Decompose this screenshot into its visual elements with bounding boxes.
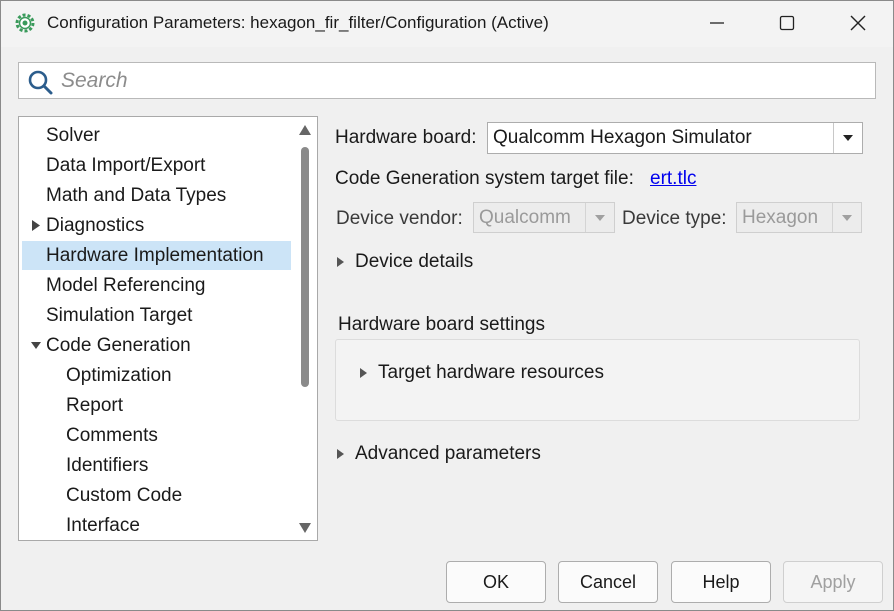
target-file-label: Code Generation system target file: <box>335 168 634 189</box>
ok-button[interactable]: OK <box>446 561 546 603</box>
expand-triangle-icon <box>360 368 367 378</box>
config-dialog: Configuration Parameters: hexagon_fir_fi… <box>0 0 894 611</box>
minimize-icon <box>710 22 724 24</box>
tree-item-label: Solver <box>46 125 100 146</box>
tree-item-label: Custom Code <box>66 485 183 506</box>
tree-item-label: Identifiers <box>66 455 149 476</box>
button-bar: OK Cancel Help Apply <box>1 553 893 610</box>
tree-item[interactable]: Data Import/Export <box>22 151 291 180</box>
tree-item[interactable]: Model Referencing <box>22 271 291 300</box>
tree-item[interactable]: Math and Data Types <box>22 181 291 210</box>
scroll-up-icon[interactable] <box>298 124 312 136</box>
tree-item-label: Comments <box>66 425 158 446</box>
tree-item[interactable]: Code Generation <box>22 331 291 360</box>
tree-item-label: Model Referencing <box>46 275 206 296</box>
dropdown-button[interactable] <box>832 203 861 232</box>
tree-item[interactable]: Hardware Implementation <box>22 241 291 270</box>
scroll-thumb[interactable] <box>301 147 309 387</box>
tree-item-label: Interface <box>66 515 140 536</box>
scroll-down-icon[interactable] <box>298 522 312 534</box>
tree-item[interactable]: Identifiers <box>22 451 291 480</box>
expand-triangle-icon <box>337 449 344 459</box>
title-bar: Configuration Parameters: hexagon_fir_fi… <box>1 1 893 47</box>
hardware-board-select[interactable]: Qualcomm Hexagon Simulator <box>487 122 863 154</box>
device-details-expander[interactable]: Device details <box>335 251 473 273</box>
hardware-board-value: Qualcomm Hexagon Simulator <box>493 127 752 148</box>
chevron-down-icon <box>843 135 853 141</box>
tree-item-label: Diagnostics <box>46 215 145 236</box>
window-title: Configuration Parameters: hexagon_fir_fi… <box>47 13 549 32</box>
tree-scrollbar[interactable] <box>293 117 317 540</box>
board-settings-group: Target hardware resources <box>335 339 860 421</box>
tree-item[interactable]: Simulation Target <box>22 301 291 330</box>
search-icon <box>28 70 53 95</box>
collapse-triangle-icon[interactable] <box>30 331 42 360</box>
apply-button[interactable]: Apply <box>783 561 883 603</box>
maximize-button[interactable] <box>765 7 809 39</box>
device-type-value: Hexagon <box>742 207 819 228</box>
help-button[interactable]: Help <box>671 561 771 603</box>
target-file-link[interactable]: ert.tlc <box>650 168 696 190</box>
tree-item-label: Report <box>66 395 124 416</box>
category-tree: Solver Data Import/Export Math and Data Ty… <box>18 116 318 541</box>
device-vendor-value: Qualcomm <box>479 207 571 228</box>
tree-item[interactable]: Custom Code <box>22 481 291 510</box>
minimize-button[interactable] <box>695 7 739 39</box>
tree-item[interactable]: Diagnostics <box>22 211 291 240</box>
tree-item[interactable]: Report <box>22 391 291 420</box>
tree-item-label: Simulation Target <box>46 305 193 326</box>
tree-item-label: Optimization <box>66 365 172 386</box>
tree-item[interactable]: Solver <box>22 121 291 150</box>
hardware-board-label: Hardware board: <box>335 127 477 148</box>
tree-item-label: Math and Data Types <box>46 185 227 206</box>
settings-panel: Hardware board: Qualcomm Hexagon Simulat… <box>335 116 875 541</box>
device-vendor-label: Device vendor: <box>336 208 463 229</box>
device-vendor-select[interactable]: Qualcomm <box>473 202 615 233</box>
chevron-down-icon <box>595 214 605 221</box>
maximize-icon <box>779 15 795 31</box>
target-hardware-resources-label: Target hardware resources <box>378 362 604 383</box>
gear-icon <box>15 13 35 33</box>
tree-item-label: Code Generation <box>46 335 191 356</box>
dropdown-button[interactable] <box>585 203 614 232</box>
search-input[interactable] <box>59 66 863 96</box>
hardware-board-settings-label: Hardware board settings <box>338 314 545 335</box>
close-icon <box>850 15 866 31</box>
tree-item-label: Hardware Implementation <box>46 245 264 266</box>
target-hardware-resources-expander[interactable]: Target hardware resources <box>358 362 604 384</box>
cancel-button[interactable]: Cancel <box>558 561 658 603</box>
advanced-parameters-label: Advanced parameters <box>355 443 541 464</box>
expand-triangle-icon <box>337 257 344 267</box>
tree-item-label: Data Import/Export <box>46 155 206 176</box>
device-type-select[interactable]: Hexagon <box>736 202 862 233</box>
device-type-label: Device type: <box>622 208 727 229</box>
close-button[interactable] <box>836 7 880 39</box>
dropdown-button[interactable] <box>833 123 862 153</box>
expand-triangle-icon[interactable] <box>30 211 42 240</box>
tree-item[interactable]: Optimization <box>22 361 291 390</box>
tree-item[interactable]: Comments <box>22 421 291 450</box>
chevron-down-icon <box>842 214 852 221</box>
advanced-parameters-expander[interactable]: Advanced parameters <box>335 443 541 465</box>
search-box <box>18 62 876 99</box>
device-details-label: Device details <box>355 251 474 272</box>
tree-item[interactable]: Interface <box>22 511 291 540</box>
